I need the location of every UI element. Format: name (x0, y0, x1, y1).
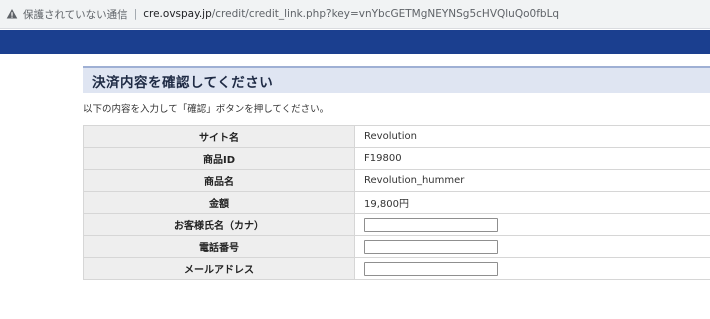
product-name-value: Revolution_hummer (354, 169, 710, 192)
phone-number-input[interactable] (364, 239, 498, 254)
email-address-input[interactable] (364, 261, 498, 276)
product-id-value: F19800 (354, 147, 710, 170)
table-row-customer-name-kana: お客様氏名（カナ） (83, 213, 710, 236)
amount-label: 金額 (83, 191, 355, 214)
page-title: 決済内容を確認してください (92, 74, 274, 91)
email-address-cell (354, 257, 710, 280)
table-row-site-name: サイト名 Revolution (83, 125, 710, 148)
address-separator: | (133, 8, 138, 20)
table-row-phone: 電話番号 (83, 235, 710, 258)
site-header-band (0, 30, 710, 54)
url-text[interactable]: cre.ovspay.jp/credit/credit_link.php?key… (143, 8, 559, 20)
product-name-label: 商品名 (83, 169, 355, 192)
amount-value: 19,800円 (354, 191, 710, 214)
table-row-product-id: 商品ID F19800 (83, 147, 710, 170)
customer-name-kana-cell (354, 213, 710, 236)
phone-number-cell (354, 235, 710, 258)
warning-icon[interactable] (6, 8, 18, 20)
page-title-box: 決済内容を確認してください (83, 66, 710, 93)
phone-number-label: 電話番号 (83, 235, 355, 258)
table-row-product-name: 商品名 Revolution_hummer (83, 169, 710, 192)
payment-details-table: サイト名 Revolution 商品ID F19800 商品名 Revoluti… (83, 125, 710, 280)
insecure-connection-label[interactable]: 保護されていない通信 (23, 7, 128, 22)
url-host[interactable]: cre.ovspay.jp (143, 8, 212, 20)
instruction-text: 以下の内容を入力して「確認」ボタンを押してください。 (83, 104, 330, 115)
email-address-label: メールアドレス (83, 257, 355, 280)
product-id-label: 商品ID (83, 147, 355, 170)
table-row-email: メールアドレス (83, 257, 710, 280)
customer-name-kana-input[interactable] (364, 217, 498, 232)
customer-name-kana-label: お客様氏名（カナ） (83, 213, 355, 236)
url-path[interactable]: /credit/credit_link.php?key=vnYbcGETMgNE… (212, 8, 559, 20)
site-name-label: サイト名 (83, 125, 355, 148)
table-row-amount: 金額 19,800円 (83, 191, 710, 214)
site-name-value: Revolution (354, 125, 710, 148)
address-bar[interactable]: 保護されていない通信 | cre.ovspay.jp/credit/credit… (0, 0, 710, 29)
